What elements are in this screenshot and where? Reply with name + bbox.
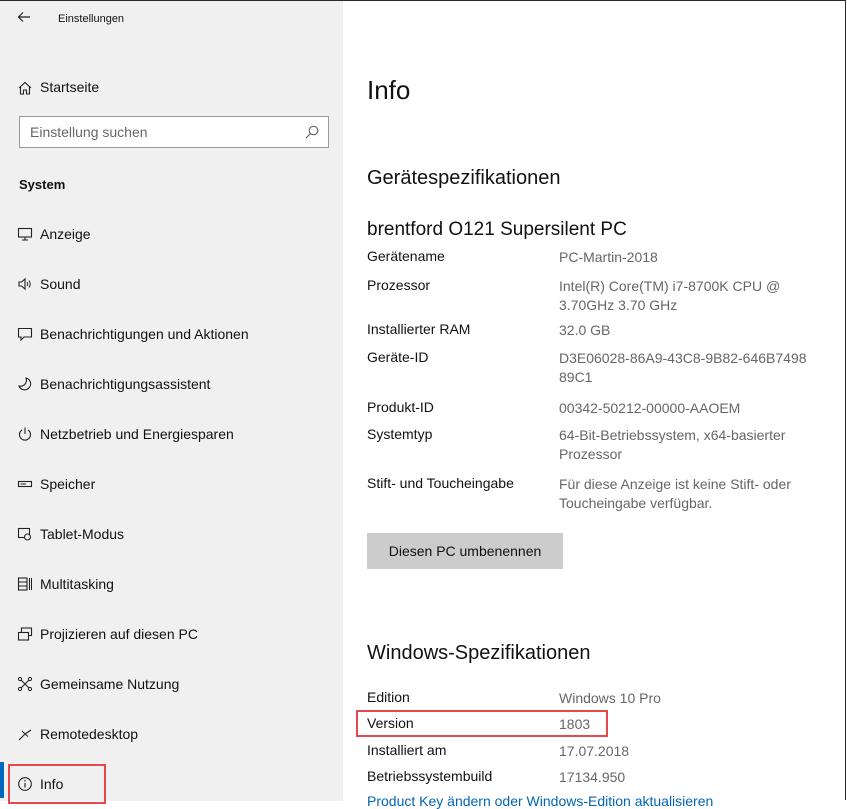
- spec-value: Für diese Anzeige ist keine Stift- oder …: [559, 476, 791, 511]
- tablet-mode-icon: [14, 523, 36, 545]
- monitor-icon: [14, 223, 36, 245]
- app-title: Einstellungen: [58, 13, 125, 25]
- spec-value: D3E06028-86A9-43C8-9B82-646B7498 89C1: [559, 350, 807, 385]
- spec-key: Stift- und Toucheingabe: [367, 475, 514, 491]
- highlight-box-info: [8, 764, 106, 804]
- spec-value: 17134.950: [559, 769, 626, 785]
- home-icon: [14, 77, 36, 99]
- sidebar-item-label: Speicher: [40, 476, 96, 492]
- sidebar-item-label: Projizieren auf diesen PC: [40, 626, 198, 642]
- project-icon: [14, 623, 36, 645]
- power-icon: [14, 423, 36, 445]
- device-model: brentford O121 Supersilent PC: [367, 219, 627, 240]
- sidebar-item-gemeinsame-nutzung[interactable]: Gemeinsame Nutzung: [0, 659, 343, 709]
- spec-key: Produkt-ID: [367, 399, 434, 415]
- spec-value: PC-Martin-2018: [559, 249, 658, 265]
- spec-key: Gerätename: [367, 248, 445, 264]
- sidebar-item-projizieren[interactable]: Projizieren auf diesen PC: [0, 609, 343, 659]
- highlight-box-version: [356, 710, 608, 737]
- page-title: Info: [367, 75, 411, 105]
- sidebar-item-speicher[interactable]: Speicher: [0, 459, 343, 509]
- notification-icon: [14, 323, 36, 345]
- back-button[interactable]: [16, 9, 40, 33]
- sidebar-item-label: Netzbetrieb und Energiesparen: [40, 426, 234, 442]
- search-icon[interactable]: [304, 124, 320, 140]
- sidebar-item-label: Multitasking: [40, 576, 114, 592]
- sidebar-item-remotedesktop[interactable]: Remotedesktop: [0, 709, 343, 759]
- sidebar-item-benachrichtigungsassistent[interactable]: Benachrichtigungsassistent: [0, 359, 343, 409]
- sidebar-home[interactable]: Startseite: [0, 73, 343, 103]
- back-arrow-icon: [17, 12, 30, 22]
- rename-pc-button[interactable]: Diesen PC umbenennen: [367, 533, 563, 569]
- search-placeholder: Einstellung suchen: [30, 124, 148, 140]
- spec-value: 17.07.2018: [559, 743, 630, 759]
- spec-key: Betriebssystembuild: [367, 768, 493, 784]
- windows-specs-heading: Windows-Spezifikationen: [367, 642, 591, 664]
- spec-value: 64-Bit-Betriebssystem, x64-basierter Pro…: [559, 427, 786, 462]
- sidebar-item-label: Benachrichtigungsassistent: [40, 376, 211, 392]
- change-product-key-link[interactable]: Product Key ändern oder Windows-Edition …: [367, 793, 713, 809]
- sidebar-item-label: Anzeige: [40, 226, 91, 242]
- remote-desktop-icon: [14, 723, 36, 745]
- spec-value: 32.0 GB: [559, 322, 611, 338]
- selected-indicator: [0, 762, 4, 798]
- spec-key: Systemtyp: [367, 426, 433, 442]
- search-input[interactable]: Einstellung suchen: [19, 116, 329, 148]
- sidebar-item-label: Gemeinsame Nutzung: [40, 676, 180, 692]
- shared-experiences-icon: [14, 673, 36, 695]
- sidebar-item-anzeige[interactable]: Anzeige: [0, 209, 343, 259]
- moon-icon: [14, 373, 36, 395]
- spec-key: Geräte-ID: [367, 349, 429, 365]
- device-specs-heading: Gerätespezifikationen: [367, 167, 561, 189]
- sidebar-item-benachrichtigungen[interactable]: Benachrichtigungen und Aktionen: [0, 309, 343, 359]
- sidebar-item-label: Tablet-Modus: [40, 526, 125, 542]
- multitasking-icon: [14, 573, 36, 595]
- sidebar-item-label: Benachrichtigungen und Aktionen: [40, 326, 249, 342]
- section-heading: System: [19, 177, 66, 192]
- sidebar-item-multitasking[interactable]: Multitasking: [0, 559, 343, 609]
- spec-key: Edition: [367, 689, 410, 705]
- sidebar-item-sound[interactable]: Sound: [0, 259, 343, 309]
- sidebar-item-netzbetrieb[interactable]: Netzbetrieb und Energiesparen: [0, 409, 343, 459]
- settings-window: Einstellungen Startseite Einstellung suc…: [0, 0, 846, 809]
- sidebar-item-label: Remotedesktop: [40, 726, 139, 742]
- spec-value: 00342-50212-00000-AAOEM: [559, 400, 741, 416]
- spec-value: Windows 10 Pro: [559, 690, 661, 706]
- spec-key: Installierter RAM: [367, 321, 471, 337]
- spec-key: Prozessor: [367, 277, 431, 293]
- main-content: Info Gerätespezifikationen brentford O12…: [343, 1, 846, 809]
- sidebar-item-tablet-modus[interactable]: Tablet-Modus: [0, 509, 343, 559]
- spec-value: Intel(R) Core(TM) i7-8700K CPU @ 3.70GHz…: [559, 278, 781, 313]
- speaker-icon: [14, 273, 36, 295]
- spec-key: Installiert am: [367, 742, 447, 758]
- home-label: Startseite: [40, 79, 100, 95]
- title-bar: Einstellungen: [0, 1, 343, 41]
- sidebar: Einstellungen Startseite Einstellung suc…: [0, 1, 343, 804]
- storage-icon: [14, 473, 36, 495]
- sidebar-item-label: Sound: [40, 276, 81, 292]
